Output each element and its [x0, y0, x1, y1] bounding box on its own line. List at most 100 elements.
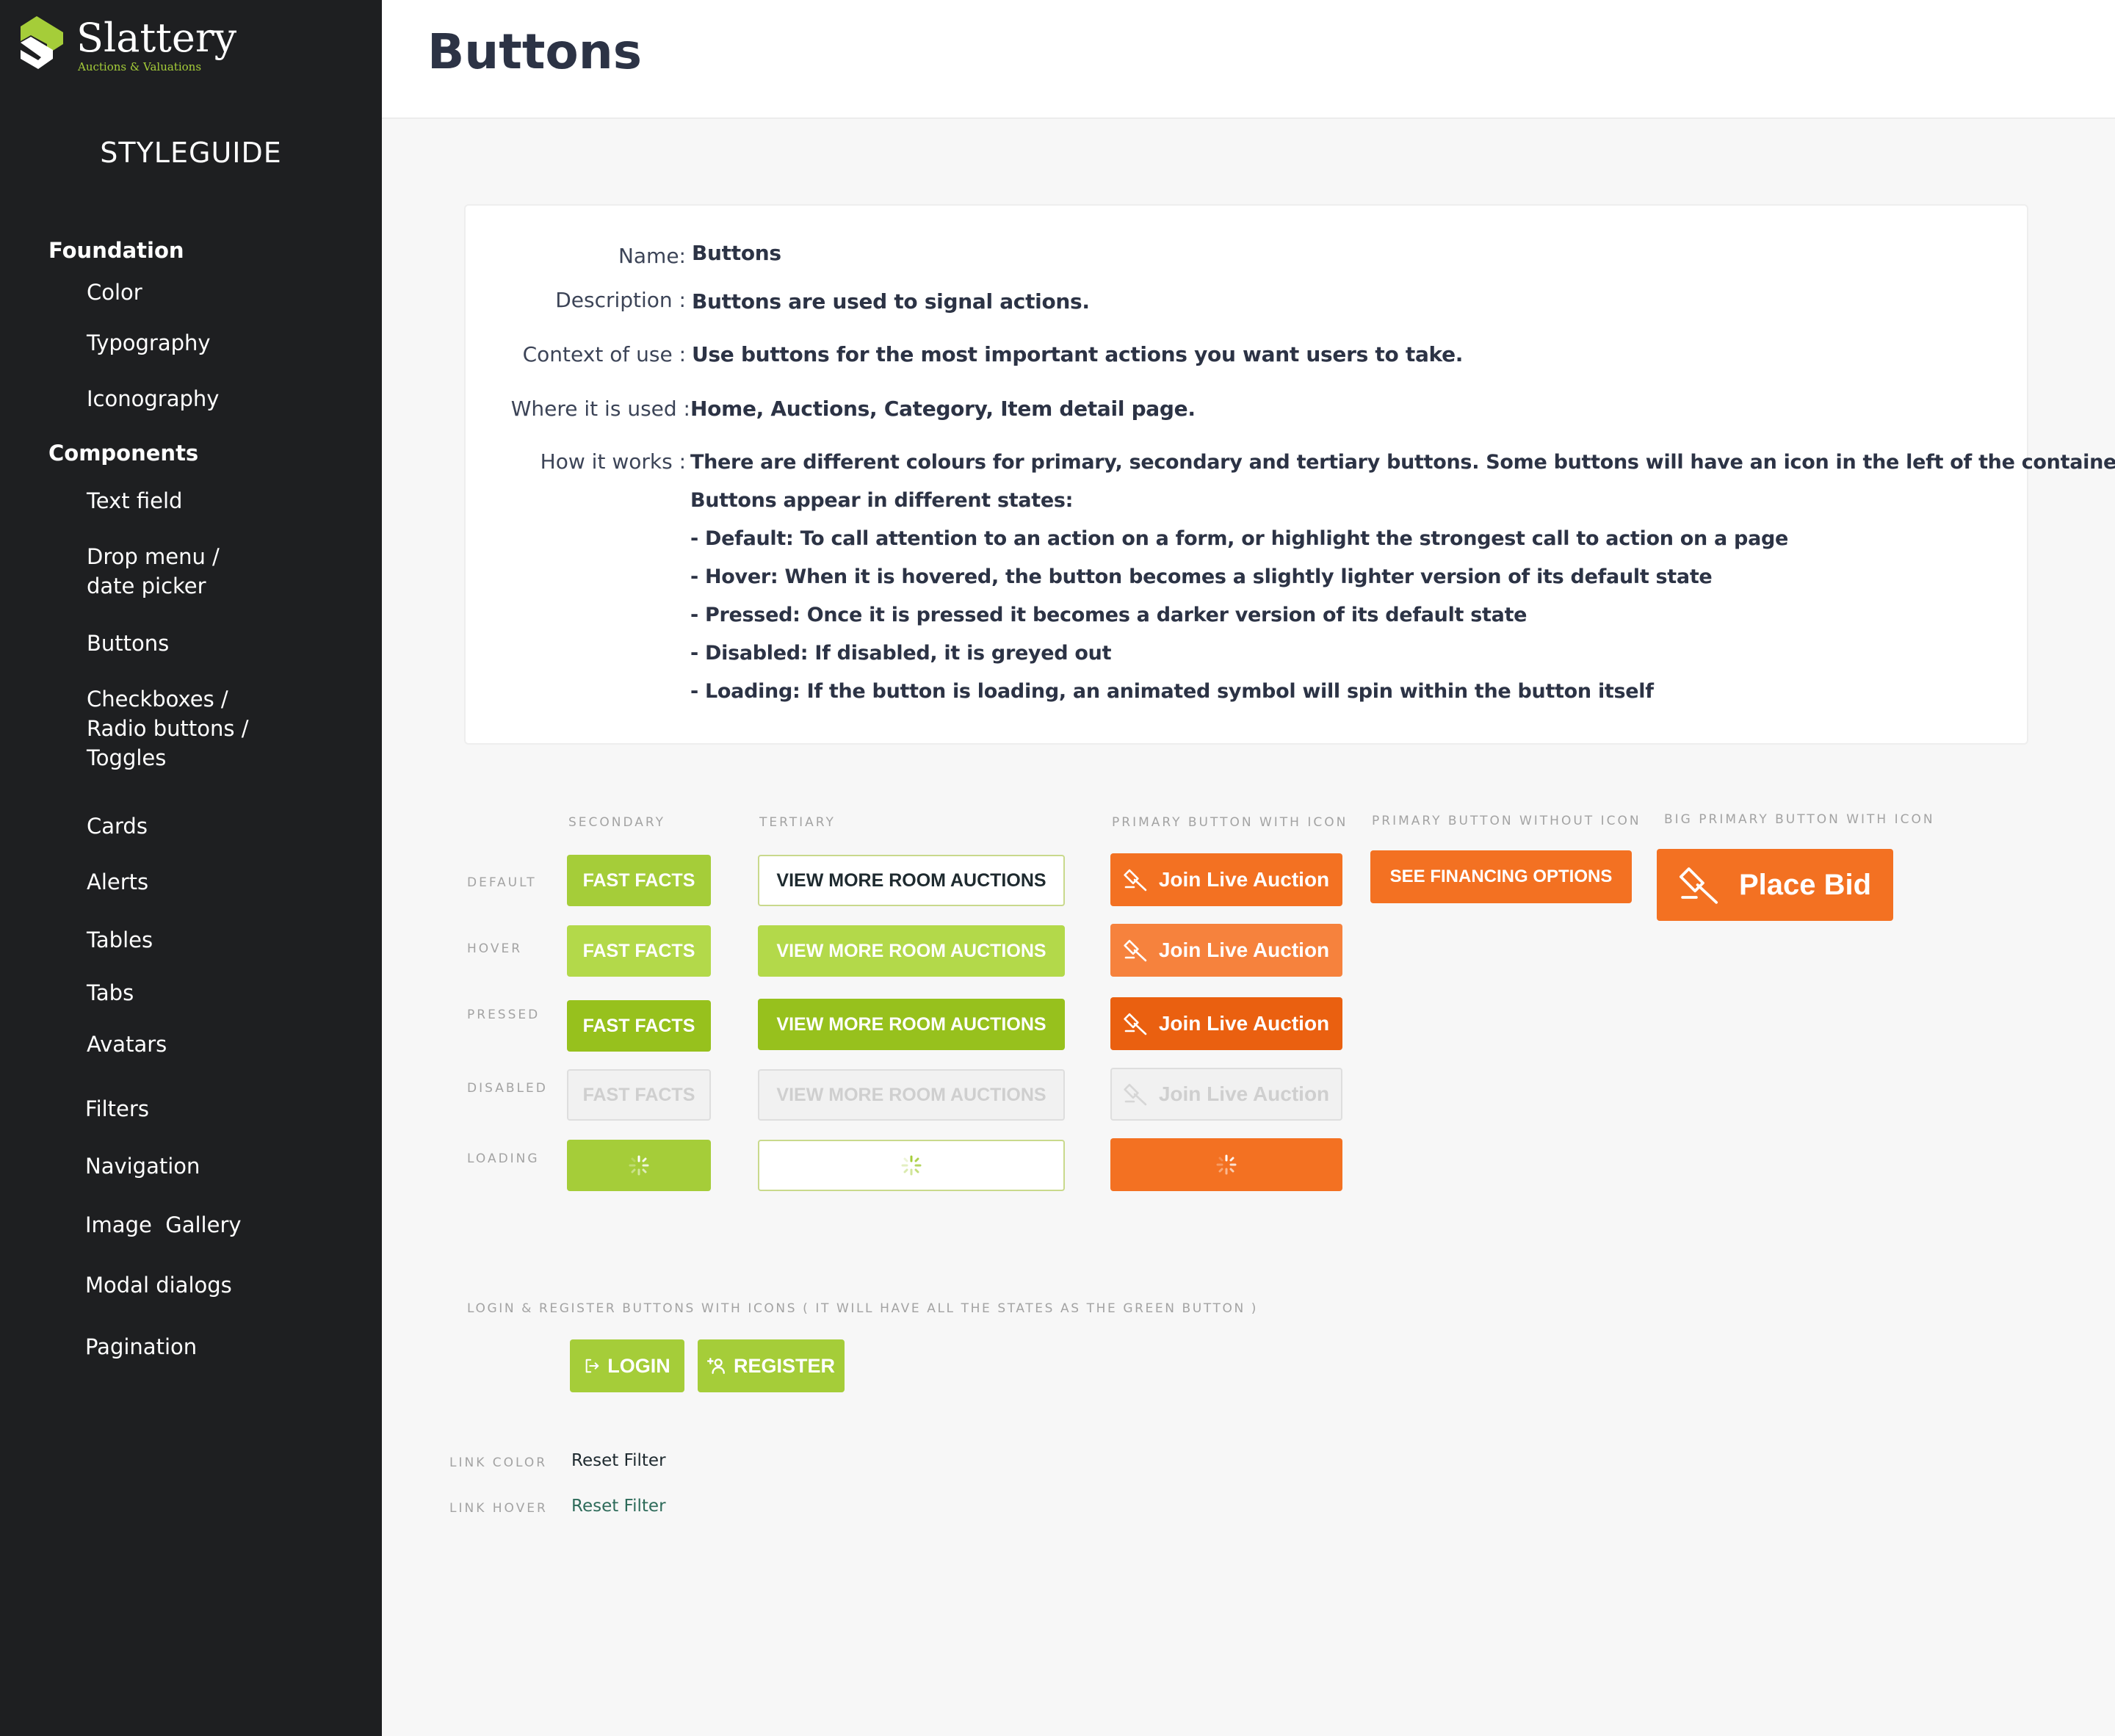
name-label: Name:	[618, 244, 686, 268]
button-label: Join Live Auction	[1158, 1082, 1330, 1105]
how-line: - Loading: If the button is loading, an …	[690, 680, 1654, 703]
join-live-auction-button-default[interactable]: Join Live Auction	[1110, 853, 1342, 906]
brand-logo[interactable]: Slattery Auctions & Valuations	[21, 15, 241, 79]
col-head-primary-no-icon: PRIMARY BUTTON WITHOUT ICON	[1372, 814, 1641, 828]
row-head-disabled: DISABLED	[467, 1081, 548, 1096]
nav-item-checkboxes[interactable]: Checkboxes / Radio buttons / Toggles	[87, 684, 263, 773]
nav-item-navigation[interactable]: Navigation	[85, 1151, 364, 1181]
button-label: REGISTER	[733, 1354, 836, 1377]
where-value: Home, Auctions, Category, Item detail pa…	[690, 397, 1196, 421]
nav-section-components: Components	[48, 441, 199, 466]
col-head-tertiary: TERTIARY	[759, 815, 836, 830]
nav-item-alerts[interactable]: Alerts	[87, 867, 366, 897]
brand-tagline: Auctions & Valuations	[78, 60, 202, 73]
login-button[interactable]: LOGIN	[570, 1339, 684, 1392]
auth-caption: LOGIN & REGISTER BUTTONS WITH ICONS ( IT…	[467, 1301, 1259, 1316]
nav-section-foundation: Foundation	[48, 238, 184, 263]
button-label: Place Bid	[1738, 868, 1872, 901]
page-title: Buttons	[427, 23, 643, 80]
row-head-loading: LOADING	[467, 1151, 540, 1166]
fast-facts-button-disabled: FAST FACTS	[567, 1069, 711, 1121]
button-label: VIEW MORE ROOM AUCTIONS	[776, 1084, 1046, 1105]
fast-facts-button-pressed[interactable]: FAST FACTS	[567, 1000, 711, 1052]
button-label: VIEW MORE ROOM AUCTIONS	[776, 940, 1046, 961]
nav-item-tables[interactable]: Tables	[87, 925, 366, 955]
reset-filter-link-hover[interactable]: Reset Filter	[571, 1497, 666, 1516]
join-live-auction-button-pressed[interactable]: Join Live Auction	[1110, 997, 1342, 1050]
view-more-button-hover[interactable]: VIEW MORE ROOM AUCTIONS	[758, 925, 1065, 977]
join-live-auction-button-loading[interactable]	[1110, 1138, 1342, 1191]
nav-item-color[interactable]: Color	[87, 278, 366, 307]
reset-filter-link[interactable]: Reset Filter	[571, 1451, 666, 1470]
link-hover-caption: LINK HOVER	[449, 1501, 548, 1516]
link-color-caption: LINK COLOR	[449, 1455, 548, 1470]
gavel-icon	[1124, 939, 1147, 962]
nav-item-text-field[interactable]: Text field	[87, 486, 366, 516]
how-line: - Pressed: Once it is pressed it becomes…	[690, 604, 1528, 626]
see-financing-options-button[interactable]: SEE FINANCING OPTIONS	[1370, 850, 1632, 903]
how-line: - Default: To call attention to an actio…	[690, 527, 1789, 550]
gavel-icon	[1124, 869, 1147, 891]
nav-item-iconography[interactable]: Iconography	[87, 384, 366, 413]
gavel-icon	[1124, 1083, 1147, 1106]
fast-facts-button-hover[interactable]: FAST FACTS	[567, 925, 711, 977]
spinner-icon	[1216, 1154, 1237, 1175]
place-bid-button[interactable]: Place Bid	[1657, 849, 1893, 921]
how-line: Buttons appear in different states:	[690, 489, 1074, 512]
view-more-button-loading[interactable]	[758, 1140, 1065, 1191]
how-line: There are different colours for primary,…	[690, 451, 2115, 474]
nav-item-filters[interactable]: Filters	[85, 1094, 364, 1124]
nav-item-tabs[interactable]: Tabs	[87, 978, 366, 1008]
fast-facts-button-default[interactable]: FAST FACTS	[567, 855, 711, 906]
description-label: Description :	[555, 288, 686, 312]
col-head-big-primary: BIG PRIMARY BUTTON WITH ICON	[1664, 812, 1935, 827]
button-label: Join Live Auction	[1158, 868, 1330, 891]
button-label: LOGIN	[607, 1354, 670, 1377]
nav-item-image-gallery[interactable]: Image Gallery	[85, 1210, 364, 1240]
button-label: FAST FACTS	[582, 1084, 695, 1105]
where-label: Where it is used :	[510, 397, 690, 421]
fast-facts-button-loading[interactable]	[567, 1140, 711, 1191]
col-head-primary-icon: PRIMARY BUTTON WITH ICON	[1112, 815, 1348, 830]
col-head-secondary: SECONDARY	[568, 815, 666, 830]
nav-item-modal-dialogs[interactable]: Modal dialogs	[85, 1270, 364, 1300]
button-label: FAST FACTS	[582, 940, 695, 961]
gavel-icon	[1124, 1013, 1147, 1035]
view-more-button-disabled: VIEW MORE ROOM AUCTIONS	[758, 1069, 1065, 1121]
nav-item-typography[interactable]: Typography	[87, 328, 366, 358]
nav-item-avatars[interactable]: Avatars	[87, 1030, 366, 1059]
spinner-icon	[901, 1155, 922, 1176]
button-label: Join Live Auction	[1158, 1012, 1330, 1035]
join-live-auction-button-disabled: Join Live Auction	[1110, 1068, 1342, 1121]
info-card: Name: Buttons Description : Buttons are …	[464, 204, 2115, 745]
login-icon	[585, 1359, 599, 1373]
logo-mark-icon	[21, 16, 63, 69]
sidebar: Slattery Auctions & Valuations STYLEGUID…	[0, 0, 382, 1736]
button-label: VIEW MORE ROOM AUCTIONS	[776, 1013, 1046, 1035]
view-more-button-default[interactable]: VIEW MORE ROOM AUCTIONS	[758, 855, 1065, 906]
description-value: Buttons are used to signal actions.	[692, 289, 1090, 314]
button-label: VIEW MORE ROOM AUCTIONS	[776, 869, 1046, 891]
nav-item-buttons[interactable]: Buttons	[87, 629, 366, 658]
button-label: FAST FACTS	[582, 869, 695, 891]
add-user-icon	[706, 1358, 725, 1374]
name-value: Buttons	[692, 241, 781, 265]
brand-name: Slattery	[76, 15, 237, 61]
context-value: Use buttons for the most important actio…	[692, 342, 1464, 366]
context-label: Context of use :	[522, 342, 686, 366]
row-head-hover: HOVER	[467, 941, 523, 956]
button-label: FAST FACTS	[582, 1015, 695, 1036]
how-line: - Disabled: If disabled, it is greyed ou…	[690, 642, 1112, 665]
nav-item-cards[interactable]: Cards	[87, 811, 366, 841]
nav-item-pagination[interactable]: Pagination	[85, 1332, 364, 1361]
row-head-default: DEFAULT	[467, 875, 537, 890]
button-label: Join Live Auction	[1158, 938, 1330, 961]
view-more-button-pressed[interactable]: VIEW MORE ROOM AUCTIONS	[758, 999, 1065, 1050]
register-button[interactable]: REGISTER	[698, 1339, 845, 1392]
how-line: - Hover: When it is hovered, the button …	[690, 565, 1713, 588]
nav-item-drop-menu[interactable]: Drop menu / date picker	[87, 542, 234, 601]
gavel-icon	[1679, 867, 1718, 904]
join-live-auction-button-hover[interactable]: Join Live Auction	[1110, 924, 1342, 977]
how-label: How it works :	[540, 449, 686, 474]
row-head-pressed: PRESSED	[467, 1008, 540, 1022]
